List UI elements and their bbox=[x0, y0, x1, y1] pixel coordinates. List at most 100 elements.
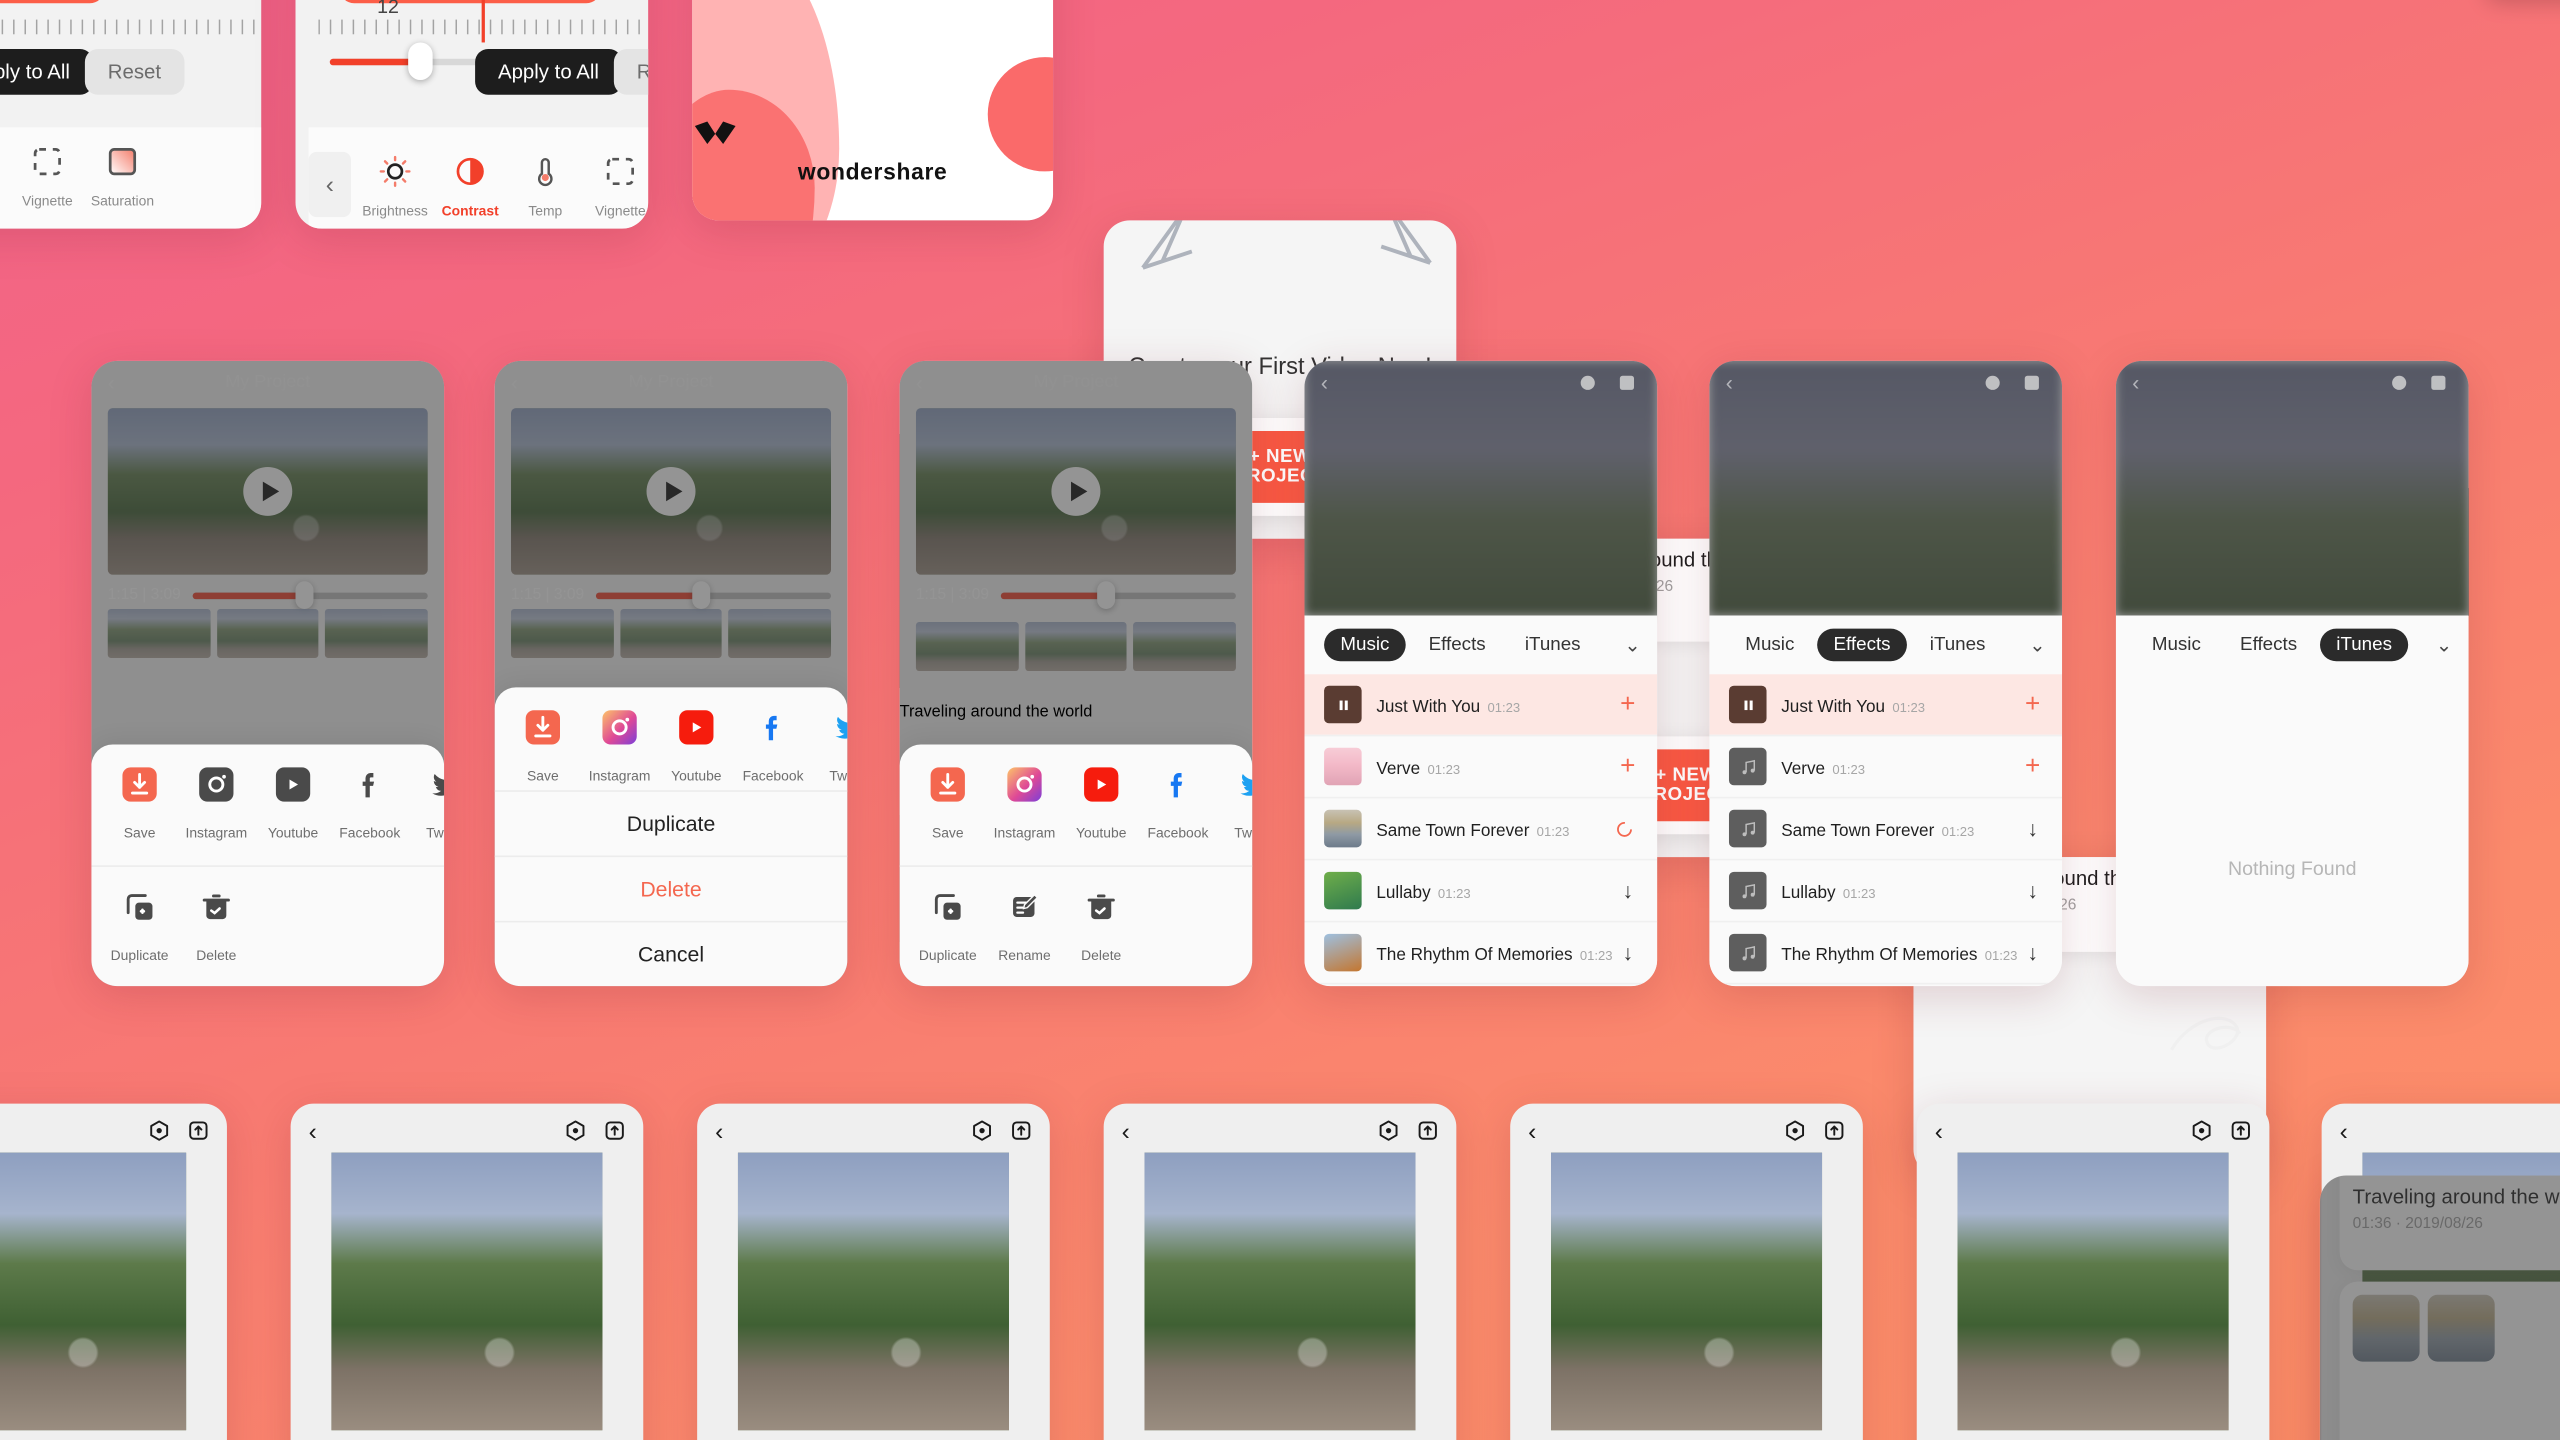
project-card[interactable]: Traveling around the world 01:36 · 2019/… bbox=[2339, 1175, 2560, 1271]
video-preview[interactable] bbox=[107, 408, 428, 575]
apply-to-all-button[interactable]: Apply to All bbox=[475, 48, 622, 95]
tab-effects[interactable]: Effects bbox=[2224, 629, 2314, 662]
tab-itunes[interactable]: iTunes bbox=[1509, 629, 1597, 662]
project-card-second[interactable] bbox=[2339, 1281, 2560, 1440]
settings-icon[interactable] bbox=[563, 1118, 587, 1142]
export-icon[interactable] bbox=[602, 1118, 626, 1142]
video-preview[interactable] bbox=[737, 1152, 1009, 1431]
back-chevron-icon[interactable]: ‹ bbox=[1528, 1118, 1536, 1146]
action-rename[interactable]: Rename bbox=[986, 890, 1063, 963]
share-facebook[interactable]: Facebook bbox=[1140, 767, 1217, 841]
back-chevron-icon[interactable]: ‹ bbox=[1321, 371, 1328, 395]
chevron-down-icon[interactable]: ⌄ bbox=[2436, 633, 2452, 656]
share-instagram[interactable]: Instagram bbox=[581, 710, 658, 784]
back-chevron-icon[interactable]: ‹ bbox=[2340, 1118, 2348, 1146]
track-row[interactable]: Just With You 01:23 + bbox=[1304, 674, 1658, 735]
scrubber-track[interactable] bbox=[192, 580, 428, 609]
timeline-ruler[interactable] bbox=[318, 9, 649, 36]
menu-cancel[interactable]: Cancel bbox=[494, 920, 848, 986]
toolbar-back-chevron-icon[interactable]: ‹ bbox=[308, 151, 352, 218]
scrubber-track[interactable] bbox=[595, 580, 832, 609]
timeline-ruler[interactable] bbox=[0, 9, 262, 36]
play-button[interactable] bbox=[1051, 466, 1101, 516]
track-row[interactable]: Just With You 01:23 + bbox=[1709, 674, 2063, 735]
adjust-slider-knob[interactable] bbox=[408, 42, 433, 80]
back-chevron-icon[interactable]: ‹ bbox=[1122, 1118, 1130, 1146]
settings-icon[interactable] bbox=[2189, 1118, 2213, 1142]
video-preview[interactable] bbox=[1709, 360, 2063, 616]
tab-itunes[interactable]: iTunes bbox=[1913, 629, 2001, 662]
share-instagram[interactable]: Instagram bbox=[178, 767, 255, 841]
track-row[interactable]: The Rhythm Of Memories 01:23 ↓ bbox=[1304, 920, 1658, 983]
video-preview[interactable] bbox=[1957, 1152, 2229, 1431]
track-row[interactable]: Lullaby 01:23 ↓ bbox=[1709, 858, 2063, 921]
scrubber-knob[interactable] bbox=[295, 580, 314, 609]
settings-icon[interactable] bbox=[1982, 372, 2003, 393]
track-download-icon[interactable]: ↓ bbox=[1615, 878, 1641, 902]
back-chevron-icon[interactable]: ‹ bbox=[715, 1118, 723, 1146]
action-delete[interactable]: Delete bbox=[178, 890, 255, 963]
chevron-down-icon[interactable]: ⌄ bbox=[1624, 633, 1640, 656]
track-download-icon[interactable]: ↓ bbox=[2020, 816, 2046, 840]
track-row[interactable]: The Rhythm Of Memories 01:23 ↓ bbox=[1709, 920, 2063, 983]
track-row[interactable]: Same Town Forever 01:23 bbox=[1304, 796, 1658, 859]
scrubber-track[interactable] bbox=[1000, 580, 1236, 609]
tool-vignette[interactable]: Vignette bbox=[583, 150, 648, 219]
filmstrip[interactable] bbox=[107, 608, 428, 658]
export-icon[interactable] bbox=[186, 1118, 210, 1142]
track-add-icon[interactable]: + bbox=[1615, 752, 1641, 781]
action-duplicate[interactable]: Duplicate bbox=[101, 890, 178, 963]
video-preview[interactable] bbox=[511, 408, 832, 575]
scrubber-knob[interactable] bbox=[1096, 580, 1115, 609]
tool-temp[interactable]: Temp bbox=[508, 150, 583, 219]
menu-delete[interactable]: Delete bbox=[494, 855, 848, 921]
filmstrip[interactable] bbox=[511, 608, 832, 658]
track-row[interactable]: Lullaby 01:23 ↓ bbox=[1304, 858, 1658, 921]
action-duplicate[interactable]: Duplicate bbox=[909, 890, 986, 963]
settings-icon[interactable] bbox=[1577, 372, 1598, 393]
back-chevron-icon[interactable]: ‹ bbox=[1935, 1118, 1943, 1146]
menu-duplicate[interactable]: Duplicate bbox=[494, 790, 848, 855]
action-delete[interactable]: Delete bbox=[1063, 890, 1140, 963]
tool-saturation[interactable]: Saturation bbox=[85, 140, 160, 209]
share-instagram[interactable]: Instagram bbox=[986, 767, 1063, 841]
video-preview[interactable] bbox=[1304, 360, 1658, 616]
track-loading-icon[interactable] bbox=[1615, 819, 1641, 839]
video-preview[interactable] bbox=[915, 408, 1236, 575]
share-twitter[interactable]: Twitter bbox=[811, 710, 848, 784]
video-preview[interactable] bbox=[1144, 1152, 1416, 1431]
track-row[interactable]: Same Town Forever 01:23 ↓ bbox=[1709, 796, 2063, 859]
export-icon[interactable] bbox=[2229, 1118, 2253, 1142]
tool-temp[interactable]: Temp bbox=[0, 140, 10, 209]
share-save[interactable]: Save bbox=[909, 767, 986, 841]
scrubber-knob[interactable] bbox=[692, 580, 711, 609]
tab-music[interactable]: Music bbox=[2136, 629, 2218, 662]
export-icon[interactable] bbox=[1616, 372, 1637, 393]
back-chevron-icon[interactable]: ‹ bbox=[309, 1118, 317, 1146]
track-row[interactable]: Unexpected Momment 01:23 ↓ bbox=[1709, 982, 2063, 986]
play-button[interactable] bbox=[243, 466, 293, 516]
video-preview[interactable] bbox=[2115, 360, 2469, 616]
export-icon[interactable] bbox=[1009, 1118, 1033, 1142]
tab-music[interactable]: Music bbox=[1729, 629, 1811, 662]
settings-icon[interactable] bbox=[2389, 372, 2410, 393]
reset-button[interactable]: Reset bbox=[613, 48, 649, 95]
tool-brightness[interactable]: Brightness bbox=[358, 150, 433, 219]
share-save[interactable]: Save bbox=[101, 767, 178, 841]
video-preview[interactable] bbox=[0, 1152, 187, 1431]
tool-contrast[interactable]: Contrast bbox=[433, 150, 508, 219]
share-facebook[interactable]: Facebook bbox=[735, 710, 812, 784]
tool-vignette[interactable]: Vignette bbox=[10, 140, 85, 209]
export-icon[interactable] bbox=[2428, 372, 2449, 393]
track-row[interactable]: Verve 01:23 + bbox=[1304, 734, 1658, 797]
track-add-icon[interactable]: + bbox=[1615, 690, 1641, 719]
filmstrip[interactable] bbox=[915, 622, 1236, 672]
track-download-icon[interactable]: ↓ bbox=[2020, 940, 2046, 964]
settings-icon[interactable] bbox=[1376, 1118, 1400, 1142]
settings-icon[interactable] bbox=[1783, 1118, 1807, 1142]
export-icon[interactable] bbox=[2021, 372, 2042, 393]
share-youtube[interactable]: Youtube bbox=[255, 767, 332, 841]
back-chevron-icon[interactable]: ‹ bbox=[2132, 371, 2139, 395]
reset-button[interactable]: Reset bbox=[84, 48, 184, 95]
share-twitter[interactable]: Twitter bbox=[1216, 767, 1253, 841]
